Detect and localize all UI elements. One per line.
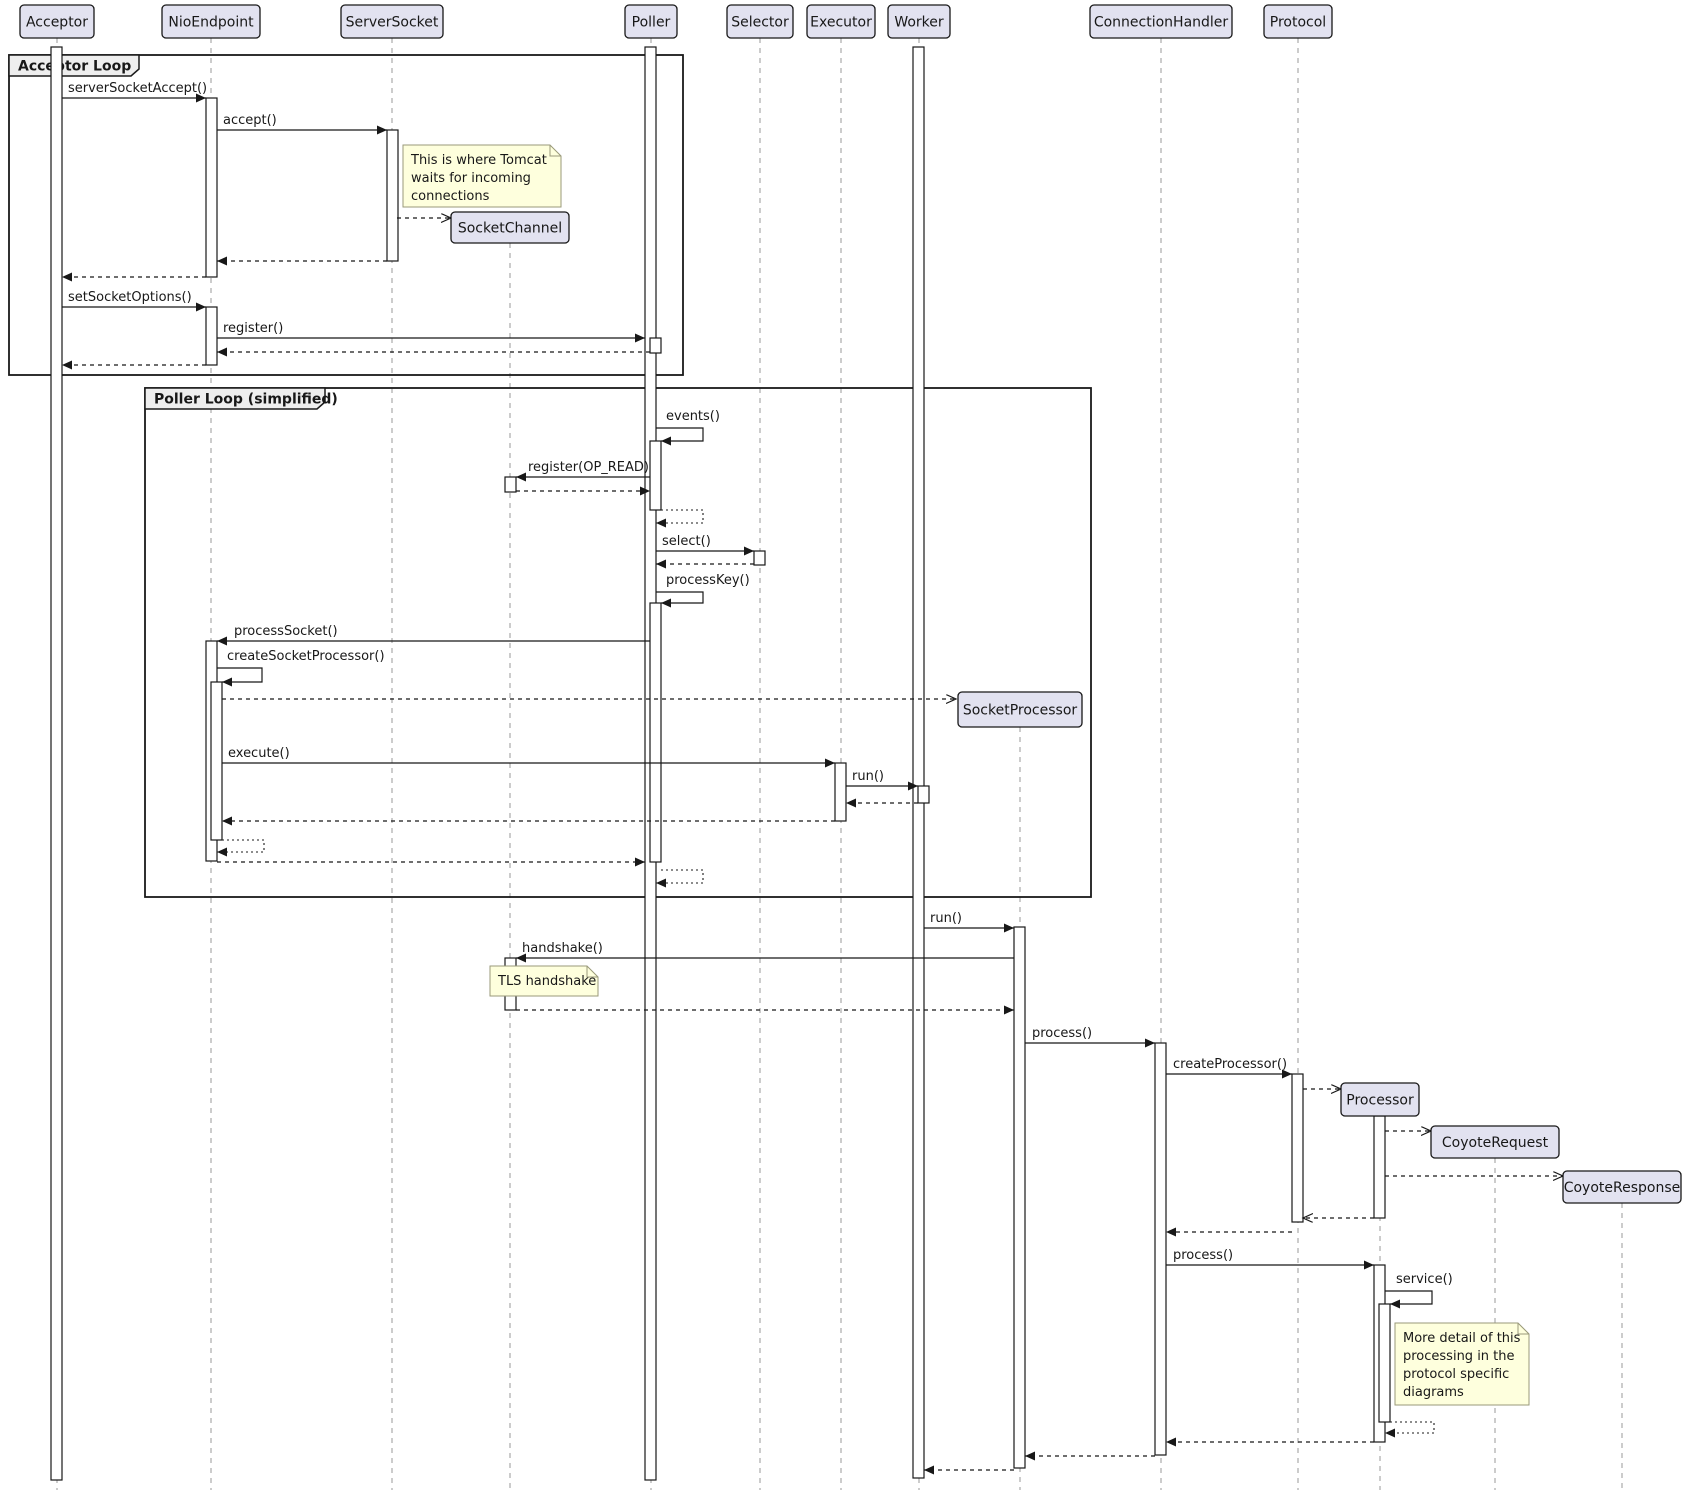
sequence-diagram-svg: Acceptor Loop Poller Loop (simplified) ser… — [0, 0, 1682, 1495]
activation-protocol-createprocessor — [1292, 1074, 1303, 1222]
message-label: process() — [1032, 1026, 1092, 1041]
note-text-line: diagrams — [1403, 1385, 1464, 1400]
activation-selector-select — [754, 551, 765, 565]
activation-serversocket-accept — [387, 130, 398, 261]
participant-label: ServerSocket — [346, 15, 439, 31]
sequence-diagram: Acceptor Loop Poller Loop (simplified) ser… — [0, 0, 1682, 1495]
participant-label: Selector — [731, 15, 789, 31]
frame-label: Poller Loop (simplified) — [154, 392, 338, 408]
participant-label: NioEndpoint — [168, 15, 254, 31]
activation-nioendpoint-createsocketprocessor — [211, 682, 222, 840]
participant-label: Acceptor — [26, 15, 88, 31]
message-label: createProcessor() — [1173, 1057, 1287, 1072]
self-call-label: createSocketProcessor() — [227, 649, 385, 664]
message-label: execute() — [228, 746, 290, 761]
participant-label: Protocol — [1270, 15, 1326, 31]
message-label: register(OP_READ) — [528, 460, 649, 475]
message-label: select() — [662, 534, 711, 549]
self-call-label: events() — [666, 409, 720, 424]
activation-connectionhandler-process — [1155, 1043, 1166, 1455]
self-call-label: processKey() — [666, 573, 750, 588]
message-label: serverSocketAccept() — [68, 81, 207, 96]
participant-label: Executor — [810, 15, 872, 31]
message-label: processSocket() — [234, 624, 338, 639]
participant-label: CoyoteRequest — [1442, 1135, 1549, 1151]
participant-label: SocketChannel — [458, 221, 562, 237]
activation-poller-processkey — [650, 603, 661, 862]
message-label: register() — [223, 321, 283, 336]
participant-label: Processor — [1346, 1093, 1414, 1109]
participant-label: Poller — [632, 15, 671, 31]
note-text-line: waits for incoming — [411, 171, 531, 186]
message-label: process() — [1173, 1248, 1233, 1263]
message-label: handshake() — [522, 941, 603, 956]
activation-worker-main — [913, 47, 924, 1478]
message-label: run() — [930, 911, 962, 926]
frame-label: Acceptor Loop — [18, 59, 131, 75]
activation-processor-init — [1374, 1116, 1385, 1218]
activation-socketchannel-opread-recv — [505, 477, 516, 492]
note-text-line: More detail of this — [1403, 1331, 1521, 1346]
note-text-line: protocol specific — [1403, 1367, 1509, 1382]
note-text-line: connections — [411, 189, 490, 204]
activation-worker-run-recv — [918, 786, 929, 803]
message-label: accept() — [223, 113, 277, 128]
activation-executor-execute — [835, 763, 846, 821]
note-text-line: This is where Tomcat — [410, 153, 547, 168]
self-call-label: service() — [1396, 1272, 1453, 1287]
participant-label: SocketProcessor — [963, 703, 1078, 719]
note-text-line: TLS handshake — [497, 974, 596, 989]
participant-label: CoyoteResponse — [1564, 1180, 1681, 1196]
activation-nioendpoint-setsocketoptions — [206, 307, 217, 365]
participant-label: ConnectionHandler — [1094, 15, 1229, 31]
activation-poller-register-recv — [650, 338, 661, 353]
activation-processor-service — [1379, 1304, 1390, 1422]
activation-acceptor-main — [51, 47, 62, 1480]
activation-poller-events — [650, 441, 661, 510]
message-label: run() — [852, 769, 884, 784]
note-text-line: processing in the — [1403, 1349, 1515, 1364]
activation-socketprocessor-run — [1014, 927, 1025, 1468]
activation-nioendpoint-accept — [206, 98, 217, 277]
message-label: setSocketOptions() — [68, 290, 192, 305]
participant-label: Worker — [894, 15, 944, 31]
